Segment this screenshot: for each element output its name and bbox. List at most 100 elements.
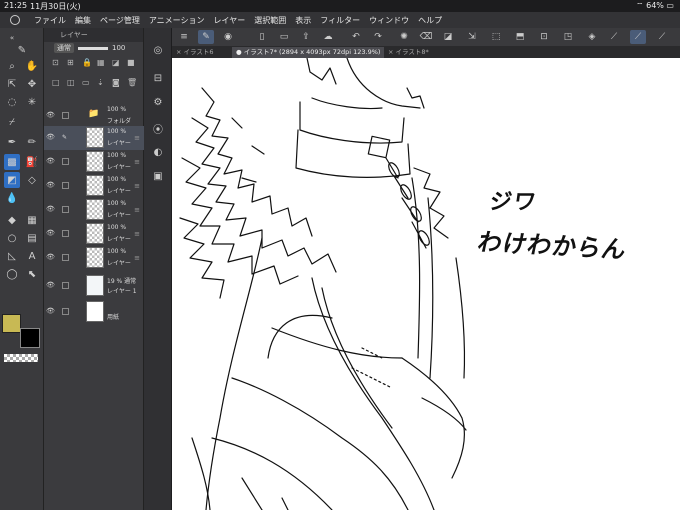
pen-tab-icon[interactable]: ✎	[14, 42, 30, 58]
brush-mode-icon[interactable]: ✎	[198, 30, 214, 44]
layer-row-selected[interactable]: 👁 ✎ 100 % レイヤー ≡	[44, 126, 144, 150]
airbrush-icon[interactable]: ⛽	[24, 154, 40, 170]
pencil-icon[interactable]: ✏	[24, 134, 40, 150]
layer-row[interactable]: 👁 100 % レイヤー ≡	[44, 150, 144, 174]
pen-icon[interactable]: ✒	[4, 134, 20, 150]
zoom-icon[interactable]: ⌕	[4, 58, 20, 74]
drag-handle-icon[interactable]: ≡	[134, 158, 140, 166]
hamburger-icon[interactable]: ≡	[176, 30, 192, 44]
layer-check[interactable]	[62, 182, 69, 189]
correct-line-icon[interactable]: ⬉	[24, 266, 40, 282]
layer-row[interactable]: 👁 100 % レイヤー ≡	[44, 246, 144, 270]
menu-filter[interactable]: フィルター	[320, 15, 360, 26]
brush-size-icon[interactable]: ⦿	[150, 120, 166, 136]
layer-check[interactable]	[62, 308, 69, 315]
cloud-icon[interactable]: ☁	[320, 30, 336, 44]
menu-file[interactable]: ファイル	[34, 15, 66, 26]
new-folder-icon[interactable]: ▭	[82, 78, 97, 94]
eyedropper-icon[interactable]: ⌿	[4, 114, 20, 130]
material-icon[interactable]: ▣	[150, 168, 166, 184]
layer-check[interactable]	[62, 230, 69, 237]
layer-check[interactable]	[62, 112, 69, 119]
menu-page[interactable]: ページ管理	[100, 15, 140, 26]
mask-icon[interactable]: ◪	[112, 58, 127, 74]
reference-icon[interactable]: ⊞	[67, 58, 82, 74]
drag-handle-icon[interactable]: ≡	[134, 206, 140, 214]
new-file-icon[interactable]: ▯	[254, 30, 270, 44]
menu-animation[interactable]: アニメーション	[149, 15, 205, 26]
sub-tool-icon[interactable]: ⊟	[150, 70, 166, 86]
visibility-icon[interactable]: 👁	[46, 281, 55, 289]
blend-icon[interactable]: 💧	[4, 190, 20, 206]
drag-handle-icon[interactable]: ≡	[134, 230, 140, 238]
layer-check[interactable]	[62, 254, 69, 261]
visibility-icon[interactable]: 👁	[46, 111, 55, 119]
opacity-slider[interactable]	[78, 46, 108, 50]
smart-icon[interactable]: ?	[676, 30, 680, 44]
ruler-icon[interactable]: ◺	[4, 248, 20, 264]
menu-selection[interactable]: 選択範囲	[254, 15, 286, 26]
mask-add-icon[interactable]: ◙	[112, 78, 127, 94]
visibility-icon[interactable]: 👁	[46, 229, 55, 237]
lock-alpha-icon[interactable]: ▦	[97, 58, 112, 74]
navigator-icon[interactable]: ◎	[150, 42, 166, 58]
crop-icon[interactable]: ⊡	[536, 30, 552, 44]
operation-icon[interactable]: ⇱	[4, 76, 20, 92]
open-folder-icon[interactable]: ▭	[276, 30, 292, 44]
snap-off-icon[interactable]: ⟋	[606, 30, 622, 44]
loading-icon[interactable]: ✺	[396, 30, 412, 44]
layer-color-icon[interactable]: ■	[127, 58, 142, 74]
menu-layer[interactable]: レイヤー	[214, 15, 246, 26]
lock-icon[interactable]: 🔒	[82, 58, 97, 74]
clip-icon[interactable]: ⊡	[52, 58, 67, 74]
delete-icon[interactable]: 🗑	[127, 78, 142, 94]
visibility-icon[interactable]: 👁	[46, 181, 55, 189]
layer-check[interactable]	[62, 158, 69, 165]
redo-icon[interactable]: ↷	[370, 30, 386, 44]
eraser-icon[interactable]: ◇	[24, 172, 40, 188]
tab-illust6[interactable]: × イラスト6	[172, 47, 218, 58]
tool-property-icon[interactable]: ⚙	[150, 94, 166, 110]
balloon-icon[interactable]: ◯	[4, 266, 20, 282]
transparent-color-swatch[interactable]	[4, 354, 38, 362]
brush-icon[interactable]: ▩	[4, 154, 20, 170]
menu-view[interactable]: 表示	[295, 15, 311, 26]
color-wheel-icon[interactable]: ◐	[150, 144, 166, 160]
snap-ruler-icon[interactable]: ◳	[560, 30, 576, 44]
menu-edit[interactable]: 編集	[75, 15, 91, 26]
layer-row[interactable]: 👁 100 % レイヤー ≡	[44, 198, 144, 222]
visibility-icon[interactable]: 👁	[46, 253, 55, 261]
clear-icon[interactable]: ⌫	[418, 30, 434, 44]
drag-handle-icon[interactable]: ≡	[134, 182, 140, 190]
tab-illust7[interactable]: ● イラスト7* (2894 x 4093px 72dpi 123.9%)	[232, 47, 385, 58]
drawing-canvas[interactable]: ジワ わけわからん	[172, 58, 680, 510]
new-vector-icon[interactable]: ◫	[67, 78, 82, 94]
invert-selection-icon[interactable]: ⬒	[512, 30, 528, 44]
figure-icon[interactable]: ○	[4, 230, 20, 246]
visibility-icon[interactable]: 👁	[46, 307, 55, 315]
layer-check[interactable]	[62, 282, 69, 289]
deselect-icon[interactable]: ⬚	[488, 30, 504, 44]
main-color-swatch[interactable]	[2, 314, 21, 333]
snap-special-icon[interactable]: ⟋	[630, 30, 646, 44]
menu-help[interactable]: ヘルプ	[418, 15, 442, 26]
drag-handle-icon[interactable]: ≡	[134, 134, 140, 142]
fill-icon[interactable]: ◆	[4, 212, 20, 228]
layer-row-paper[interactable]: 👁 用紙	[44, 300, 144, 324]
transform-icon[interactable]: ⇲	[464, 30, 480, 44]
layer-check[interactable]	[62, 206, 69, 213]
layer-row[interactable]: 👁 100 % レイヤー ≡	[44, 222, 144, 246]
menu-window[interactable]: ウィンドウ	[369, 15, 409, 26]
stabilize-icon[interactable]: ◈	[584, 30, 600, 44]
drag-handle-icon[interactable]: ≡	[134, 254, 140, 262]
decoration-icon[interactable]: ◩	[4, 172, 20, 188]
layer-row-sketch[interactable]: 👁 19 % 通常 レイヤー 1	[44, 274, 144, 298]
view-icon[interactable]: ◉	[220, 30, 236, 44]
blend-mode-select[interactable]: 通常	[54, 43, 74, 53]
magic-wand-icon[interactable]: ✳	[24, 94, 40, 110]
fill-selection-icon[interactable]: ◪	[440, 30, 456, 44]
snap-grid-icon[interactable]: ⟋	[654, 30, 670, 44]
visibility-icon[interactable]: 👁	[46, 133, 55, 141]
move-icon[interactable]: ✥	[24, 76, 40, 92]
gradient-icon[interactable]: ▦	[24, 212, 40, 228]
